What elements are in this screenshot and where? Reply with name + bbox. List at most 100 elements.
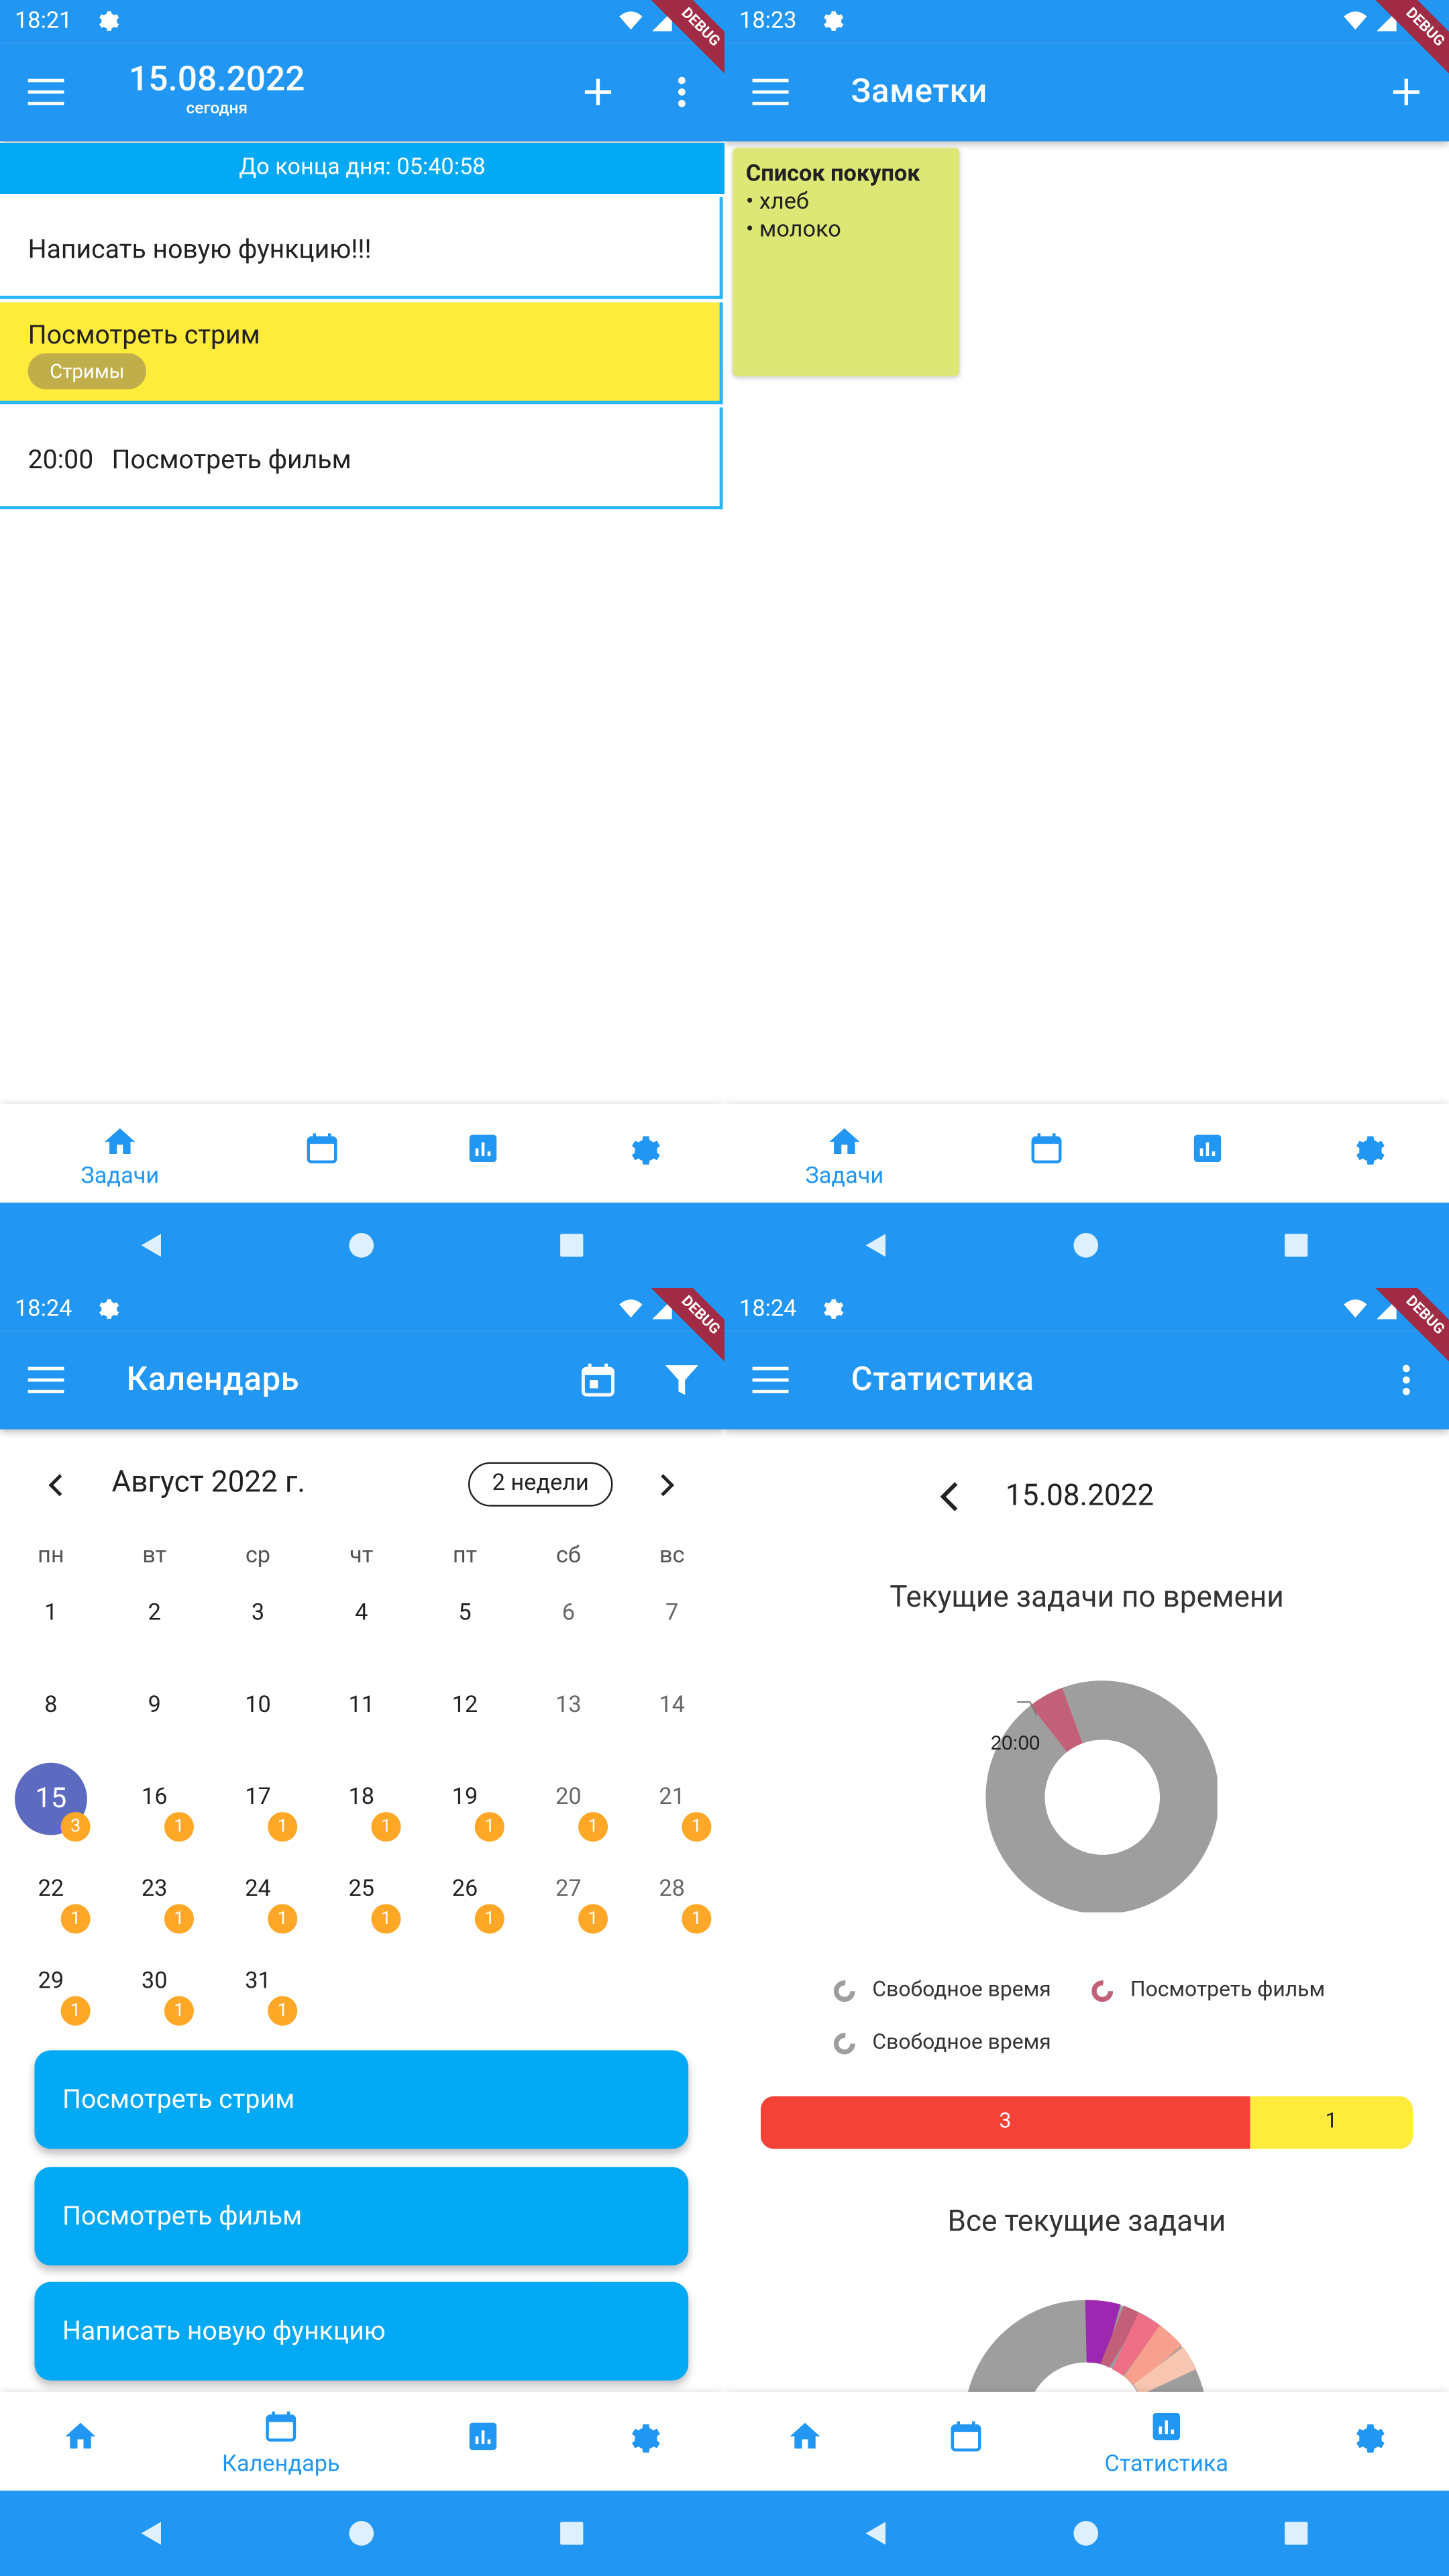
home-circle-icon[interactable]: [348, 1232, 374, 1258]
recents-icon[interactable]: [1283, 1232, 1309, 1258]
nav-stats[interactable]: [417, 1104, 549, 1203]
day-number: 10: [245, 1692, 271, 1719]
calendar-day[interactable]: 22 1: [15, 1855, 91, 1934]
back-icon[interactable]: [138, 1232, 164, 1258]
time-donut-chart: 20:00: [985, 1680, 1218, 1913]
day-number: 24: [245, 1876, 271, 1902]
system-navigation-bar: [0, 1202, 725, 1289]
menu-icon[interactable]: [28, 74, 71, 110]
calendar-day[interactable]: 24 1: [222, 1855, 298, 1934]
event-card[interactable]: Посмотреть стрим: [34, 2050, 689, 2149]
calendar-day[interactable]: 5: [429, 1578, 501, 1651]
nav-stats[interactable]: [1142, 1104, 1273, 1203]
add-icon[interactable]: [580, 74, 616, 110]
event-card[interactable]: Написать новую функцию: [34, 2282, 689, 2381]
menu-icon[interactable]: [28, 1362, 71, 1398]
calendar-day[interactable]: 17 1: [222, 1763, 298, 1842]
calendar-day[interactable]: 31 1: [222, 1947, 298, 2026]
nav-tasks[interactable]: Задачи: [54, 1104, 186, 1203]
home-icon: [105, 1128, 136, 1155]
day-number: 2: [148, 1600, 161, 1627]
home-circle-icon[interactable]: [1073, 2520, 1099, 2546]
nav-tasks[interactable]: [739, 2392, 871, 2491]
nav-calendar[interactable]: [981, 1104, 1112, 1203]
calendar-icon: [307, 1133, 337, 1164]
chevron-right-icon[interactable]: [655, 1472, 678, 1498]
task-item[interactable]: 20:00 Посмотреть фильм: [0, 407, 723, 510]
calendar-day[interactable]: 12: [429, 1671, 501, 1743]
menu-icon[interactable]: [752, 74, 796, 110]
legend-donut-icon: [833, 2033, 855, 2055]
note-card[interactable]: Список покупок • хлеб • молоко: [733, 148, 960, 376]
calendar-day[interactable]: 19 1: [429, 1763, 504, 1842]
calendar-day[interactable]: 13: [532, 1671, 604, 1743]
nav-stats[interactable]: [417, 2392, 549, 2491]
recents-icon[interactable]: [559, 2520, 585, 2546]
calendar-day[interactable]: 1: [15, 1578, 87, 1651]
settings-icon: [632, 1136, 660, 1165]
nav-settings[interactable]: [578, 1104, 710, 1203]
calendar-day[interactable]: 27 1: [532, 1855, 608, 1934]
recents-icon[interactable]: [1283, 2520, 1309, 2546]
calendar-day[interactable]: 20 1: [532, 1763, 608, 1842]
nav-tasks[interactable]: [15, 2392, 146, 2491]
task-item[interactable]: Написать новую функцию!!!: [0, 197, 723, 299]
donut-segment: [1111, 2312, 1161, 2377]
calendar-day[interactable]: 2: [118, 1578, 191, 1651]
bar-chart-icon: [1193, 1134, 1222, 1163]
calendar-day[interactable]: 26 1: [429, 1855, 504, 1934]
day-number: 25: [348, 1876, 375, 1902]
calendar-day[interactable]: 16 1: [118, 1763, 194, 1842]
home-circle-icon[interactable]: [348, 2520, 374, 2546]
task-item[interactable]: Посмотреть стрим Стримы: [0, 302, 723, 405]
calendar-day[interactable]: 8: [15, 1671, 87, 1743]
chevron-left-icon[interactable]: [936, 1479, 963, 1515]
calendar-day[interactable]: 10: [222, 1671, 294, 1743]
recents-icon[interactable]: [559, 1232, 585, 1258]
calendar-day[interactable]: 28 1: [636, 1855, 712, 1934]
day-number: 29: [38, 1968, 64, 1995]
event-card[interactable]: Посмотреть фильм: [34, 2167, 689, 2266]
calendar-day[interactable]: 18 1: [325, 1763, 401, 1842]
task-ratio-bar: 3 1: [760, 2096, 1413, 2149]
back-icon[interactable]: [863, 1232, 889, 1258]
calendar-day[interactable]: 11: [325, 1671, 398, 1743]
home-circle-icon[interactable]: [1073, 1232, 1099, 1258]
menu-icon[interactable]: [752, 1362, 796, 1398]
nav-calendar[interactable]: Календарь: [215, 2392, 347, 2491]
calendar-day[interactable]: 3: [222, 1578, 294, 1651]
chevron-left-icon[interactable]: [44, 1472, 67, 1498]
day-task-badge: 1: [268, 1996, 298, 2026]
calendar-day[interactable]: 21 1: [636, 1763, 712, 1842]
today-icon[interactable]: [578, 1360, 618, 1400]
calendar-day[interactable]: 9: [118, 1671, 191, 1743]
range-toggle-button[interactable]: 2 недели: [468, 1462, 613, 1507]
back-icon[interactable]: [138, 2520, 164, 2546]
nav-tasks[interactable]: Задачи: [779, 1104, 910, 1203]
calendar-day[interactable]: 4: [325, 1578, 398, 1651]
nav-calendar[interactable]: [900, 2392, 1032, 2491]
nav-settings[interactable]: [578, 2392, 710, 2491]
day-number: 13: [555, 1692, 582, 1719]
back-icon[interactable]: [863, 2520, 889, 2546]
nav-stats[interactable]: Статистика: [1101, 2392, 1232, 2491]
calendar-day[interactable]: 7: [636, 1578, 708, 1651]
date-header[interactable]: 15.08.2022 сегодня: [127, 61, 307, 120]
nav-settings[interactable]: [1303, 2392, 1434, 2491]
day-task-badge: 1: [371, 1812, 401, 1842]
calendar-day[interactable]: 15 3: [15, 1762, 91, 1842]
calendar-day[interactable]: 14: [636, 1671, 708, 1743]
nav-settings[interactable]: [1303, 1104, 1434, 1203]
calendar-day[interactable]: 23 1: [118, 1855, 194, 1934]
debug-banner: DEBUG: [626, 1288, 725, 1390]
home-icon: [829, 1128, 860, 1155]
calendar-day[interactable]: 30 1: [118, 1947, 194, 2026]
bottom-navigation: Статистика: [724, 2392, 1449, 2491]
settings-notification-icon: [824, 11, 844, 31]
status-bar: 18:24: [724, 1288, 1449, 1331]
nav-calendar[interactable]: [256, 1104, 388, 1203]
calendar-day[interactable]: 29 1: [15, 1947, 91, 2026]
calendar-day[interactable]: 25 1: [325, 1855, 401, 1934]
day-number: 7: [665, 1600, 679, 1627]
calendar-day[interactable]: 6: [532, 1578, 604, 1651]
